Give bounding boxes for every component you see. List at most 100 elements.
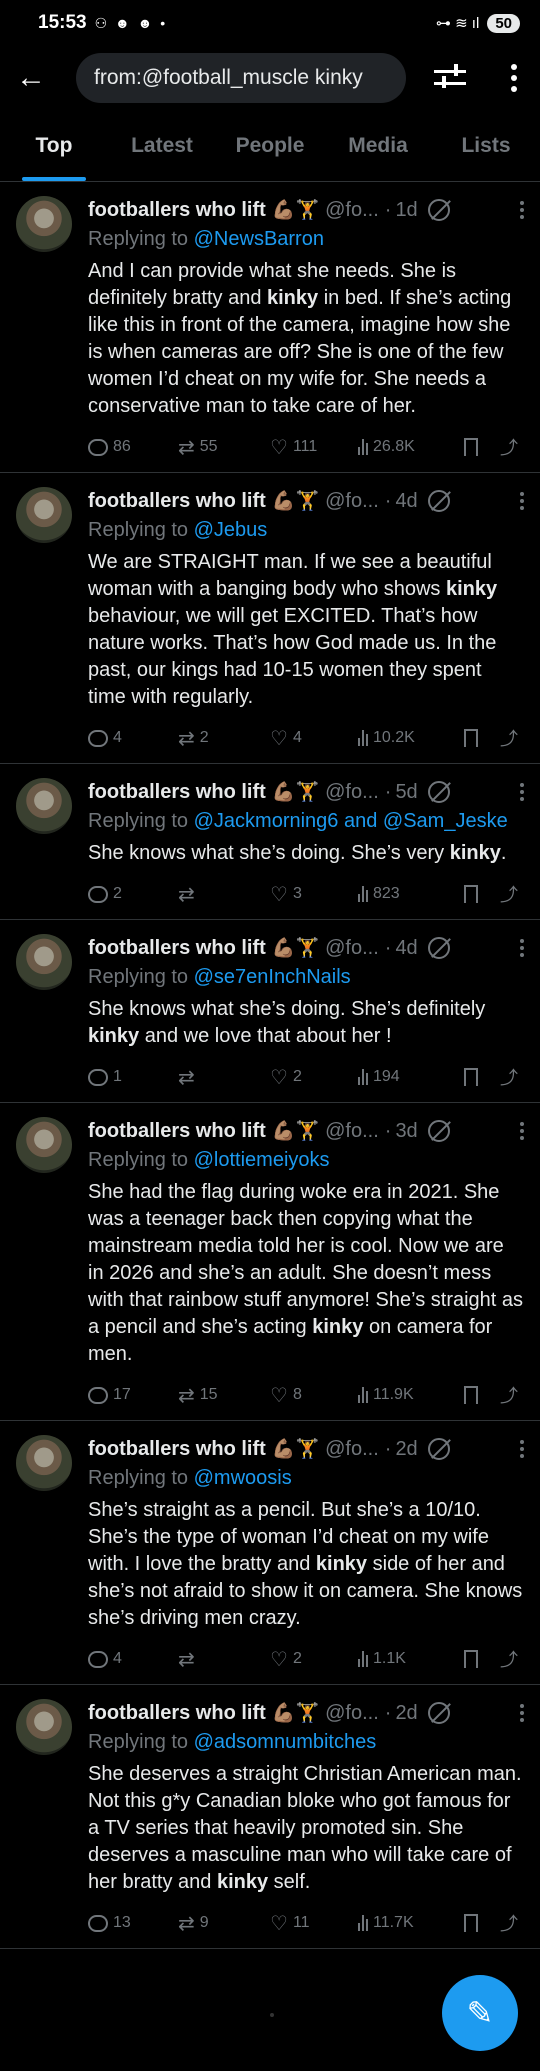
mention-link[interactable]: @lottiemeiyoks — [194, 1149, 330, 1171]
bookmark-icon[interactable] — [464, 1650, 478, 1668]
views-button[interactable]: 194 — [358, 1068, 458, 1086]
filter-icon[interactable] — [434, 64, 466, 92]
more-vert-icon[interactable] — [520, 939, 524, 957]
share-icon[interactable]: ⤴ — [500, 1064, 518, 1090]
more-vert-icon[interactable] — [504, 64, 524, 92]
author-handle[interactable]: @fo... — [325, 1120, 379, 1143]
share-icon[interactable]: ⤴ — [500, 1910, 518, 1936]
like-button[interactable]: ♡ 8 — [270, 1383, 358, 1408]
views-button[interactable]: 823 — [358, 885, 458, 903]
share-icon[interactable]: ⤴ — [500, 1646, 518, 1672]
tweet-age[interactable]: 2d — [395, 1702, 417, 1725]
reply-button[interactable]: 2 — [88, 885, 178, 903]
avatar[interactable] — [16, 778, 72, 834]
share-icon[interactable]: ⤴ — [500, 725, 518, 751]
back-arrow-icon[interactable]: ← — [16, 61, 64, 95]
reply-button[interactable]: 4 — [88, 729, 178, 747]
tweet-age[interactable]: 2d — [395, 1438, 417, 1461]
bookmark-icon[interactable] — [464, 885, 478, 903]
views-button[interactable]: 11.9K — [358, 1386, 458, 1404]
tab-latest[interactable]: Latest — [108, 110, 216, 181]
mention-link[interactable]: @NewsBarron — [194, 228, 324, 250]
tab-lists[interactable]: Lists — [432, 110, 540, 181]
grok-icon[interactable] — [427, 1120, 450, 1142]
tweet-age[interactable]: 1d — [395, 199, 417, 222]
views-button[interactable]: 1.1K — [358, 1650, 458, 1668]
grok-icon[interactable] — [427, 1438, 450, 1460]
like-button[interactable]: ♡ 11 — [270, 1911, 358, 1936]
author-name[interactable]: footballers who lift — [88, 1438, 266, 1461]
reply-button[interactable]: 4 — [88, 1650, 178, 1668]
author-name[interactable]: footballers who lift — [88, 490, 266, 513]
tweet[interactable]: footballers who lift 💪🏽🏋️ @fo... · 2d Re… — [0, 1421, 540, 1685]
tweet[interactable]: footballers who lift 💪🏽🏋️ @fo... · 5d Re… — [0, 764, 540, 920]
tab-people[interactable]: People — [216, 110, 324, 181]
author-handle[interactable]: @fo... — [325, 1702, 379, 1725]
retweet-button[interactable]: ⇄ — [178, 882, 270, 907]
grok-icon[interactable] — [427, 199, 450, 221]
author-handle[interactable]: @fo... — [325, 490, 379, 513]
retweet-button[interactable]: ⇄ 15 — [178, 1383, 270, 1408]
more-vert-icon[interactable] — [520, 492, 524, 510]
retweet-button[interactable]: ⇄ — [178, 1065, 270, 1090]
more-vert-icon[interactable] — [520, 783, 524, 801]
like-button[interactable]: ♡ 3 — [270, 882, 358, 907]
more-vert-icon[interactable] — [520, 1704, 524, 1722]
search-input[interactable]: from:@football_muscle kinky — [76, 53, 406, 103]
author-handle[interactable]: @fo... — [325, 937, 379, 960]
like-button[interactable]: ♡ 4 — [270, 726, 358, 751]
share-icon[interactable]: ⤴ — [500, 881, 518, 907]
like-button[interactable]: ♡ 2 — [270, 1647, 358, 1672]
views-button[interactable]: 10.2K — [358, 729, 458, 747]
bookmark-icon[interactable] — [464, 1386, 478, 1404]
like-button[interactable]: ♡ 2 — [270, 1065, 358, 1090]
reply-button[interactable]: 13 — [88, 1914, 178, 1932]
avatar[interactable] — [16, 1699, 72, 1755]
avatar[interactable] — [16, 1117, 72, 1173]
mention-link[interactable]: @adsomnumbitches — [194, 1731, 377, 1753]
reply-button[interactable]: 86 — [88, 438, 178, 456]
share-icon[interactable]: ⤴ — [500, 434, 518, 460]
tweet[interactable]: footballers who lift 💪🏽🏋️ @fo... · 4d Re… — [0, 920, 540, 1103]
author-handle[interactable]: @fo... — [325, 199, 379, 222]
tweet[interactable]: footballers who lift 💪🏽🏋️ @fo... · 4d Re… — [0, 473, 540, 764]
avatar[interactable] — [16, 1435, 72, 1491]
views-button[interactable]: 11.7K — [358, 1914, 458, 1932]
author-handle[interactable]: @fo... — [325, 781, 379, 804]
author-name[interactable]: footballers who lift — [88, 199, 266, 222]
reply-button[interactable]: 17 — [88, 1386, 178, 1404]
tweet[interactable]: footballers who lift 💪🏽🏋️ @fo... · 1d Re… — [0, 182, 540, 473]
bookmark-icon[interactable] — [464, 1914, 478, 1932]
avatar[interactable] — [16, 934, 72, 990]
retweet-button[interactable]: ⇄ — [178, 1647, 270, 1672]
author-handle[interactable]: @fo... — [325, 1438, 379, 1461]
tab-media[interactable]: Media — [324, 110, 432, 181]
bookmark-icon[interactable] — [464, 729, 478, 747]
grok-icon[interactable] — [427, 490, 450, 512]
avatar[interactable] — [16, 487, 72, 543]
author-name[interactable]: footballers who lift — [88, 1120, 266, 1143]
author-name[interactable]: footballers who lift — [88, 937, 266, 960]
tab-top[interactable]: Top — [0, 110, 108, 181]
retweet-button[interactable]: ⇄ 55 — [178, 435, 270, 460]
bookmark-icon[interactable] — [464, 438, 478, 456]
like-button[interactable]: ♡ 111 — [270, 435, 358, 460]
tweet[interactable]: footballers who lift 💪🏽🏋️ @fo... · 3d Re… — [0, 1103, 540, 1421]
mention-link[interactable]: @Jebus — [194, 519, 268, 541]
retweet-button[interactable]: ⇄ 2 — [178, 726, 270, 751]
more-vert-icon[interactable] — [520, 1440, 524, 1458]
mention-link[interactable]: @mwoosis — [194, 1467, 292, 1489]
share-icon[interactable]: ⤴ — [500, 1382, 518, 1408]
tweet-age[interactable]: 4d — [395, 490, 417, 513]
tweet-age[interactable]: 3d — [395, 1120, 417, 1143]
grok-icon[interactable] — [427, 781, 450, 803]
grok-icon[interactable] — [427, 937, 450, 959]
retweet-button[interactable]: ⇄ 9 — [178, 1911, 270, 1936]
avatar[interactable] — [16, 196, 72, 252]
tweet-age[interactable]: 4d — [395, 937, 417, 960]
mention-link[interactable]: @se7enInchNails — [194, 966, 351, 988]
more-vert-icon[interactable] — [520, 201, 524, 219]
tweet[interactable]: footballers who lift 💪🏽🏋️ @fo... · 2d Re… — [0, 1685, 540, 1949]
author-name[interactable]: footballers who lift — [88, 781, 266, 804]
more-vert-icon[interactable] — [520, 1122, 524, 1140]
